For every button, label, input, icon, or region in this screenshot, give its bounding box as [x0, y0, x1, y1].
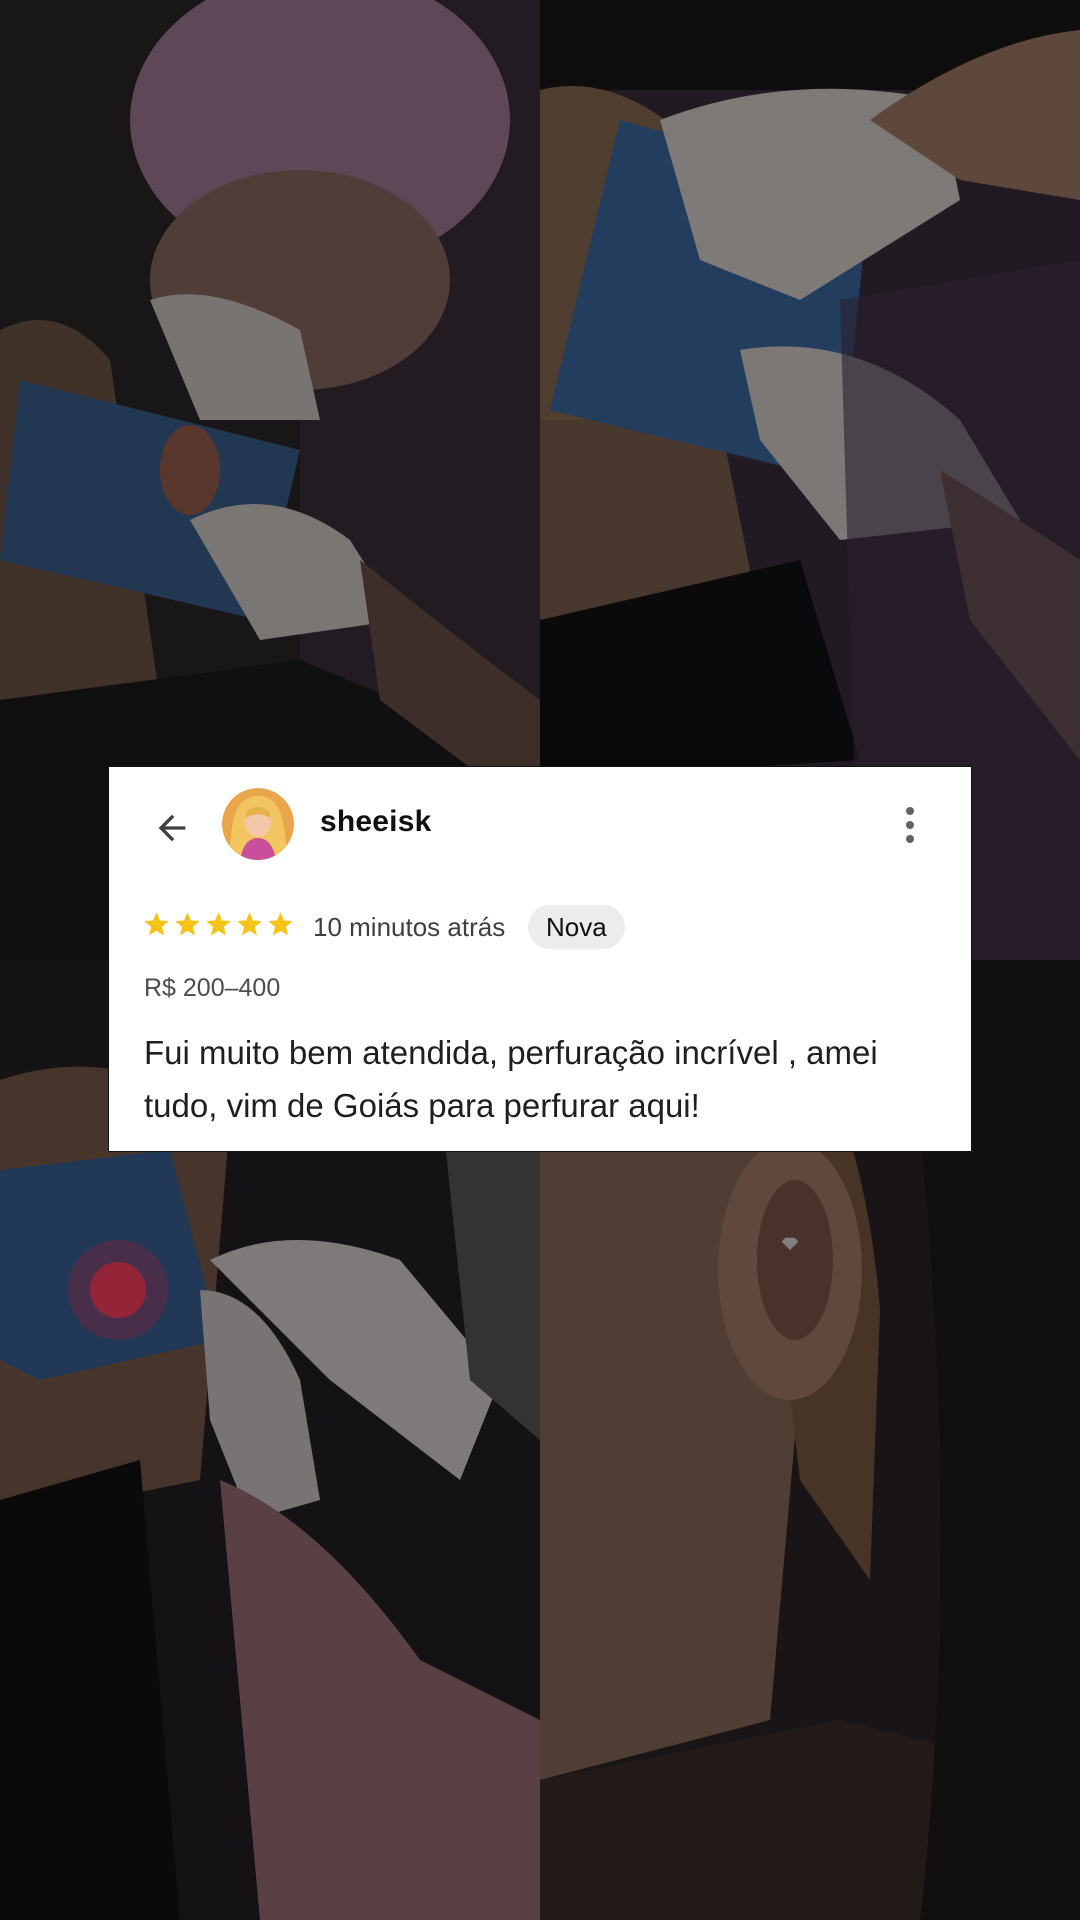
star-icon [237, 912, 262, 936]
star-icon [268, 912, 293, 936]
arrow-left-icon [158, 814, 186, 842]
new-badge: Nova [528, 905, 625, 949]
star-icon [175, 912, 200, 936]
star-rating [142, 910, 295, 939]
more-vertical-icon [906, 807, 914, 815]
more-options-button[interactable] [890, 800, 930, 850]
star-icon [206, 912, 231, 936]
review-time: 10 minutos atrás [313, 912, 506, 942]
reviewer-name[interactable]: sheeisk [320, 805, 431, 839]
screen: sheeisk 10 minutos atrás Nova R$ 200–400… [0, 0, 1080, 1920]
avatar[interactable] [222, 788, 294, 860]
price-range: R$ 200–400 [144, 974, 281, 1002]
back-button[interactable] [144, 800, 200, 856]
review-text: Fui muito bem atendida, perfuração incrí… [144, 1034, 878, 1124]
star-icon [144, 912, 169, 936]
more-vertical-icon-dot [906, 835, 914, 843]
more-vertical-icon-dot [906, 821, 914, 829]
